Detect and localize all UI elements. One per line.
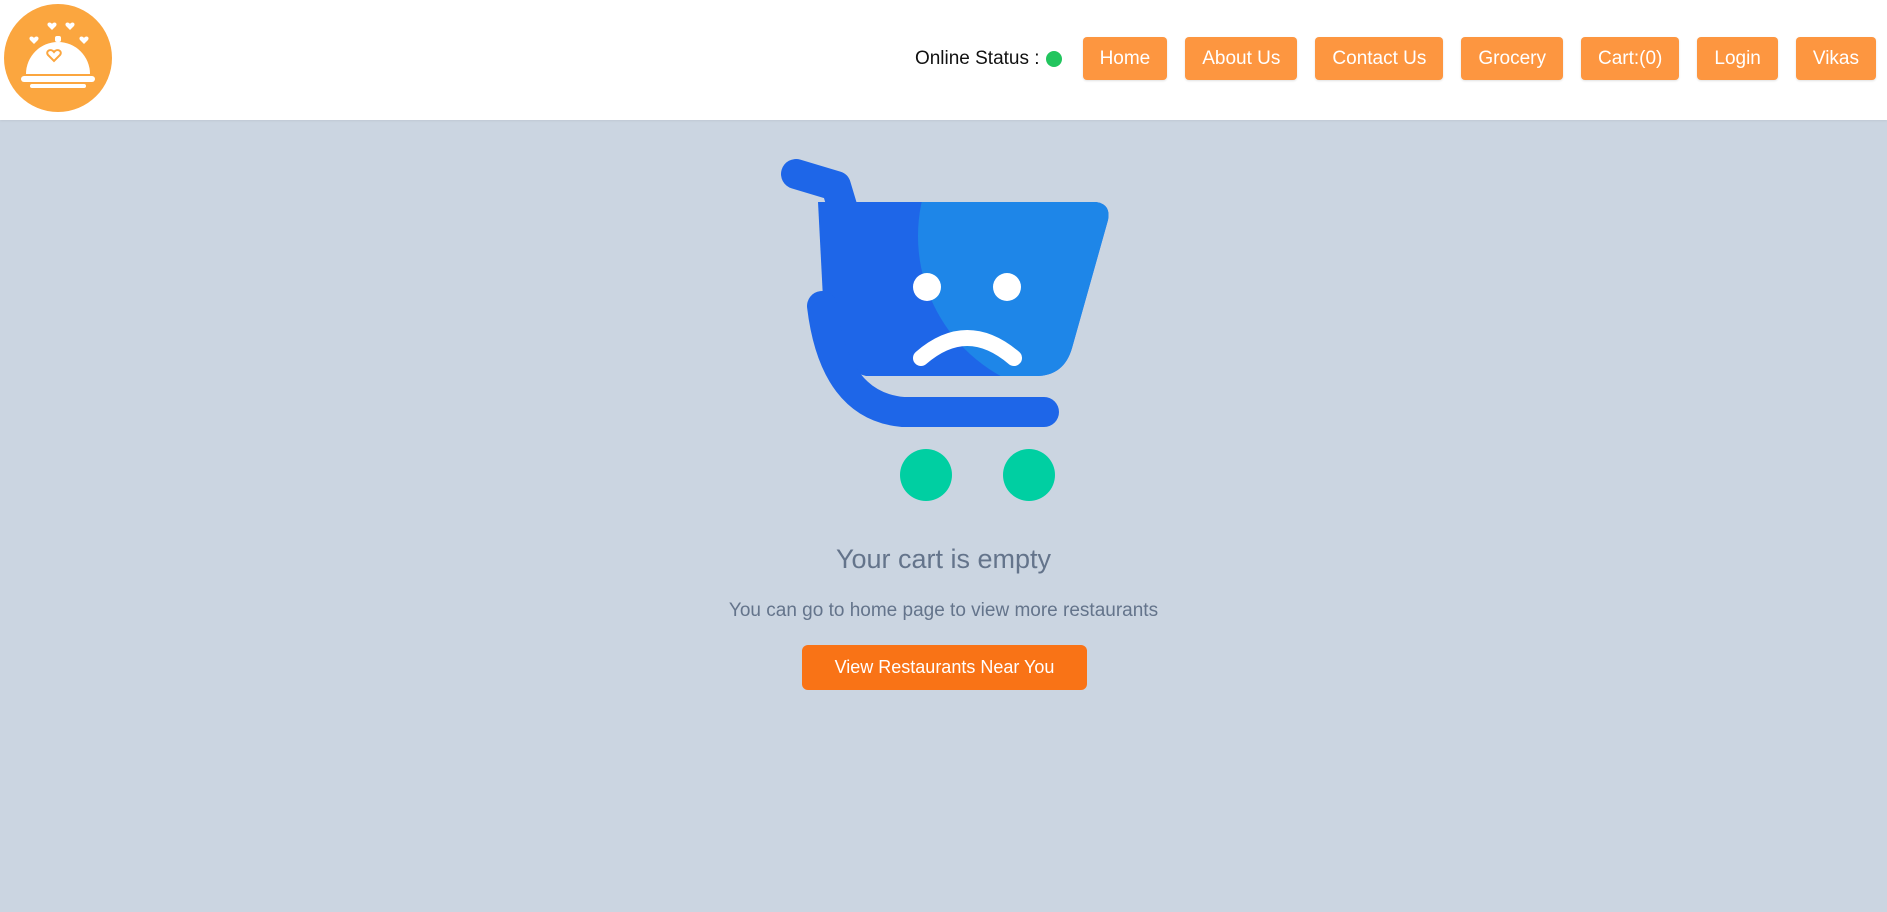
nav-contact-button[interactable]: Contact Us bbox=[1315, 37, 1444, 80]
online-status-label: Online Status : bbox=[914, 47, 1040, 69]
online-status-dot-icon bbox=[1045, 50, 1062, 67]
sad-cart-icon bbox=[778, 156, 1110, 501]
nav-home-button[interactable]: Home bbox=[1082, 37, 1168, 80]
online-status: Online Status : bbox=[915, 48, 1062, 70]
nav-grocery-button[interactable]: Grocery bbox=[1461, 37, 1563, 80]
nav-user-button[interactable]: Vikas bbox=[1795, 37, 1876, 80]
nav-login-button[interactable]: Login bbox=[1697, 37, 1778, 80]
header: Online Status : Home About Us Contact Us… bbox=[0, 0, 1887, 120]
empty-cart-title: Your cart is empty bbox=[835, 544, 1052, 574]
top-nav: Online Status : Home About Us Contact Us… bbox=[915, 37, 1876, 80]
food-cloche-icon[interactable] bbox=[4, 4, 112, 112]
empty-cart-subtitle: You can go to home page to view more res… bbox=[728, 600, 1159, 621]
nav-cart-button[interactable]: Cart:(0) bbox=[1580, 37, 1680, 80]
view-restaurants-button[interactable]: View Restaurants Near You bbox=[802, 645, 1087, 690]
nav-about-button[interactable]: About Us bbox=[1185, 37, 1298, 80]
empty-cart-section: Your cart is empty You can go to home pa… bbox=[0, 120, 1887, 912]
